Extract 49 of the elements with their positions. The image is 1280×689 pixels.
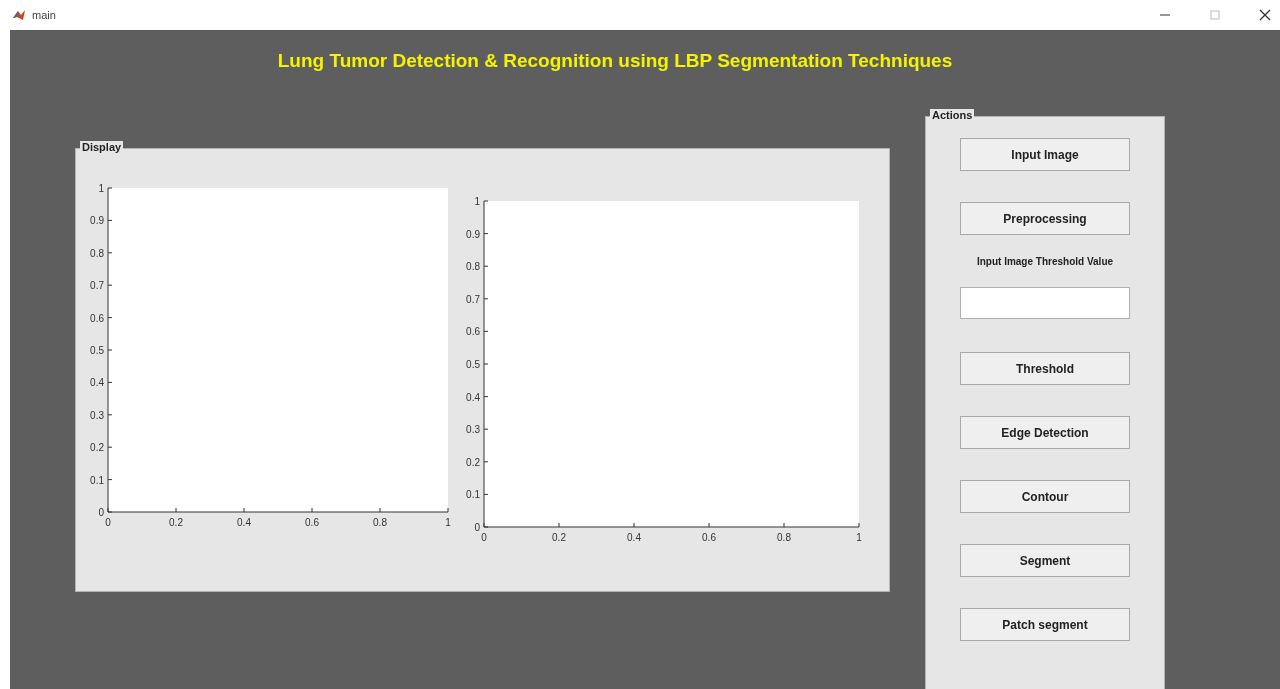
action-button[interactable]: Input Image: [960, 138, 1130, 171]
tick-label: 0.6: [90, 312, 104, 324]
tick-label: 0.2: [90, 442, 104, 454]
window-title: main: [32, 9, 57, 21]
tick-label: 0.6: [702, 532, 716, 543]
tick-label: 1: [474, 196, 480, 207]
tick-label: 0.7: [90, 280, 104, 292]
panel-label: Actions: [930, 109, 975, 121]
tick-label: 0.5: [90, 345, 104, 356]
tick-label: 0.8: [466, 261, 480, 273]
field-label: Input Image Threshold Value: [975, 256, 1115, 267]
tick-label: 0.2: [552, 532, 566, 543]
tick-label: 0: [474, 522, 480, 533]
tick-label: 0: [105, 517, 111, 528]
tick-label: 0.1: [90, 474, 104, 486]
tick-label: 1: [445, 517, 451, 528]
tick-label: 0.2: [466, 456, 480, 468]
tick-label: 0.5: [466, 359, 480, 370]
tick-label: 0.3: [90, 409, 104, 421]
tick-label: 0.2: [169, 517, 183, 528]
tick-label: 0.1: [466, 489, 480, 501]
action-button[interactable]: Preprocessing: [960, 202, 1130, 235]
tick-label: 1: [98, 183, 104, 194]
tick-label: 0.3: [466, 424, 480, 436]
tick-label: 0.6: [305, 517, 319, 528]
tick-label: 1: [856, 532, 862, 543]
action-button[interactable]: Edge Detection: [960, 416, 1130, 449]
tick-label: 0.8: [373, 517, 387, 528]
tick-label: 0: [98, 507, 104, 518]
tick-label: 0.9: [466, 228, 480, 240]
tick-label: 0.4: [237, 517, 251, 528]
tick-label: 0: [481, 532, 487, 543]
app-icon: [12, 8, 26, 22]
tick-label: 0.9: [90, 215, 104, 227]
tick-label: 0.8: [90, 247, 104, 259]
tick-label: 0.8: [777, 532, 791, 543]
action-button[interactable]: Contour: [960, 480, 1130, 513]
input-field[interactable]: [960, 287, 1130, 319]
tick-label: 0.6: [466, 326, 480, 338]
action-button[interactable]: Segment: [960, 544, 1130, 577]
tick-label: 0.4: [466, 391, 480, 403]
action-button[interactable]: Threshold: [960, 352, 1130, 385]
action-button[interactable]: Patch segment: [960, 608, 1130, 641]
close-icon[interactable]: [1258, 8, 1272, 22]
app-heading: Lung Tumor Detection & Recognition using LBP Segmentation Techniques: [276, 50, 954, 72]
panel-label: Display: [80, 141, 124, 153]
tick-label: 0.4: [627, 532, 641, 543]
tick-label: 0.7: [466, 293, 480, 305]
tick-label: 0.4: [90, 377, 104, 389]
